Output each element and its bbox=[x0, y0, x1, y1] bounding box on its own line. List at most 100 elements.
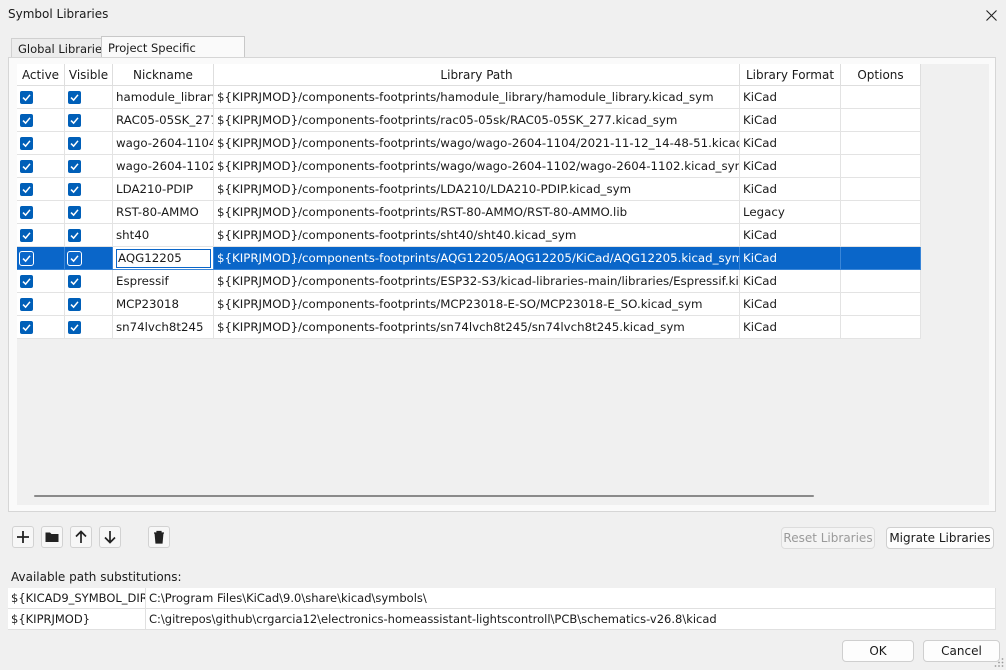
active-checkbox[interactable] bbox=[20, 321, 33, 334]
table-row[interactable]: sn74lvch8t245 ${KIPRJMOD}/components-foot… bbox=[17, 316, 921, 339]
move-up-button[interactable] bbox=[70, 526, 92, 548]
visible-cell[interactable] bbox=[65, 247, 113, 270]
active-checkbox[interactable] bbox=[20, 206, 33, 219]
library-table[interactable]: Active Visible Nickname Library Path Library… bbox=[17, 64, 989, 505]
column-header-options[interactable]: Options bbox=[841, 64, 921, 86]
active-checkbox[interactable] bbox=[20, 229, 33, 242]
visible-checkbox[interactable] bbox=[68, 137, 81, 150]
library-path-cell[interactable]: ${KIPRJMOD}/components-footprints/hamodu… bbox=[214, 86, 740, 109]
close-button[interactable] bbox=[976, 0, 1006, 30]
migrate-libraries-button[interactable]: Migrate Libraries bbox=[886, 527, 994, 549]
visible-cell[interactable] bbox=[65, 201, 113, 224]
column-header-library-format[interactable]: Library Format bbox=[740, 64, 841, 86]
visible-checkbox[interactable] bbox=[68, 91, 81, 104]
active-cell[interactable] bbox=[17, 247, 65, 270]
visible-cell[interactable] bbox=[65, 132, 113, 155]
options-cell[interactable] bbox=[841, 293, 921, 316]
library-path-cell[interactable]: ${KIPRJMOD}/components-footprints/RST-80… bbox=[214, 201, 740, 224]
nickname-cell[interactable]: MCP23018 bbox=[113, 293, 214, 316]
library-path-cell[interactable]: ${KIPRJMOD}/components-footprints/sn74lv… bbox=[214, 316, 740, 339]
column-header-library-path[interactable]: Library Path bbox=[214, 64, 740, 86]
options-cell[interactable] bbox=[841, 224, 921, 247]
active-cell[interactable] bbox=[17, 224, 65, 247]
library-format-cell[interactable]: KiCad bbox=[740, 109, 841, 132]
nickname-cell[interactable]: LDA210-PDIP bbox=[113, 178, 214, 201]
library-format-cell[interactable]: KiCad bbox=[740, 316, 841, 339]
nickname-cell[interactable]: wago-2604-1102 bbox=[113, 155, 214, 178]
active-cell[interactable] bbox=[17, 109, 65, 132]
visible-checkbox[interactable] bbox=[68, 229, 81, 242]
library-path-cell[interactable]: ${KIPRJMOD}/components-footprints/wago/w… bbox=[214, 155, 740, 178]
library-path-cell[interactable]: ${KIPRJMOD}/components-footprints/wago/w… bbox=[214, 132, 740, 155]
active-cell[interactable] bbox=[17, 270, 65, 293]
library-format-cell[interactable]: KiCad bbox=[740, 270, 841, 293]
options-cell[interactable] bbox=[841, 270, 921, 293]
active-cell[interactable] bbox=[17, 293, 65, 316]
visible-cell[interactable] bbox=[65, 178, 113, 201]
library-format-cell[interactable]: KiCad bbox=[740, 86, 841, 109]
visible-cell[interactable] bbox=[65, 270, 113, 293]
nickname-cell[interactable]: AQG12205 bbox=[113, 247, 214, 270]
ok-button[interactable]: OK bbox=[842, 640, 914, 662]
table-row[interactable]: RST-80-AMMO ${KIPRJMOD}/components-footpr… bbox=[17, 201, 921, 224]
table-row[interactable]: sht40 ${KIPRJMOD}/components-footprints/s… bbox=[17, 224, 921, 247]
visible-checkbox[interactable] bbox=[68, 114, 81, 127]
column-header-visible[interactable]: Visible bbox=[65, 64, 113, 86]
library-path-cell[interactable]: ${KIPRJMOD}/components-footprints/ESP32-… bbox=[214, 270, 740, 293]
active-cell[interactable] bbox=[17, 201, 65, 224]
nickname-cell[interactable]: RST-80-AMMO bbox=[113, 201, 214, 224]
library-path-cell[interactable]: ${KIPRJMOD}/components-footprints/rac05-… bbox=[214, 109, 740, 132]
options-cell[interactable] bbox=[841, 109, 921, 132]
tab-project-specific-libraries[interactable]: Project Specific Libraries bbox=[101, 36, 245, 77]
visible-checkbox[interactable] bbox=[68, 206, 81, 219]
add-library-button[interactable] bbox=[12, 526, 34, 548]
options-cell[interactable] bbox=[841, 178, 921, 201]
table-row[interactable]: LDA210-PDIP ${KIPRJMOD}/components-footpr… bbox=[17, 178, 921, 201]
options-cell[interactable] bbox=[841, 132, 921, 155]
table-row[interactable]: wago-2604-1104 ${KIPRJMOD}/components-foo… bbox=[17, 132, 921, 155]
tab-global-libraries[interactable]: Global Libraries bbox=[11, 38, 116, 58]
column-header-active[interactable]: Active bbox=[17, 64, 65, 86]
nickname-cell[interactable]: sht40 bbox=[113, 224, 214, 247]
visible-checkbox[interactable] bbox=[68, 298, 81, 311]
library-format-cell[interactable]: KiCad bbox=[740, 132, 841, 155]
active-cell[interactable] bbox=[17, 132, 65, 155]
visible-cell[interactable] bbox=[65, 86, 113, 109]
active-checkbox[interactable] bbox=[19, 251, 34, 266]
options-cell[interactable] bbox=[841, 201, 921, 224]
table-row[interactable]: RAC05-05SK_277 ${KIPRJMOD}/components-foo… bbox=[17, 109, 921, 132]
nickname-cell[interactable]: RAC05-05SK_277 bbox=[113, 109, 214, 132]
options-cell[interactable] bbox=[841, 247, 921, 270]
library-path-cell[interactable]: ${KIPRJMOD}/components-footprints/LDA210… bbox=[214, 178, 740, 201]
library-format-cell[interactable]: KiCad bbox=[740, 178, 841, 201]
reset-libraries-button[interactable]: Reset Libraries bbox=[781, 527, 875, 549]
library-path-cell[interactable]: ${KIPRJMOD}/components-footprints/AQG122… bbox=[214, 247, 740, 270]
table-row[interactable]: hamodule_library ${KIPRJMOD}/components-f… bbox=[17, 86, 921, 109]
visible-cell[interactable] bbox=[65, 109, 113, 132]
options-cell[interactable] bbox=[841, 86, 921, 109]
visible-checkbox[interactable] bbox=[68, 275, 81, 288]
active-checkbox[interactable] bbox=[20, 91, 33, 104]
visible-checkbox[interactable] bbox=[67, 251, 82, 266]
options-cell[interactable] bbox=[841, 316, 921, 339]
nickname-cell[interactable]: wago-2604-1104 bbox=[113, 132, 214, 155]
active-cell[interactable] bbox=[17, 155, 65, 178]
library-format-cell[interactable]: KiCad bbox=[740, 247, 841, 270]
active-checkbox[interactable] bbox=[20, 137, 33, 150]
library-format-cell[interactable]: KiCad bbox=[740, 155, 841, 178]
column-header-nickname[interactable]: Nickname bbox=[113, 64, 214, 86]
remove-library-button[interactable] bbox=[148, 526, 170, 548]
nickname-cell[interactable]: hamodule_library bbox=[113, 86, 214, 109]
library-format-cell[interactable]: Legacy bbox=[740, 201, 841, 224]
visible-checkbox[interactable] bbox=[68, 183, 81, 196]
active-checkbox[interactable] bbox=[20, 275, 33, 288]
active-checkbox[interactable] bbox=[20, 183, 33, 196]
table-row[interactable]: MCP23018 ${KIPRJMOD}/components-footprint… bbox=[17, 293, 921, 316]
nickname-cell[interactable]: Espressif bbox=[113, 270, 214, 293]
active-cell[interactable] bbox=[17, 316, 65, 339]
cancel-button[interactable]: Cancel bbox=[923, 640, 1000, 662]
library-format-cell[interactable]: KiCad bbox=[740, 293, 841, 316]
table-row[interactable]: Espressif ${KIPRJMOD}/components-footprin… bbox=[17, 270, 921, 293]
visible-cell[interactable] bbox=[65, 293, 113, 316]
library-path-cell[interactable]: ${KIPRJMOD}/components-footprints/MCP230… bbox=[214, 293, 740, 316]
